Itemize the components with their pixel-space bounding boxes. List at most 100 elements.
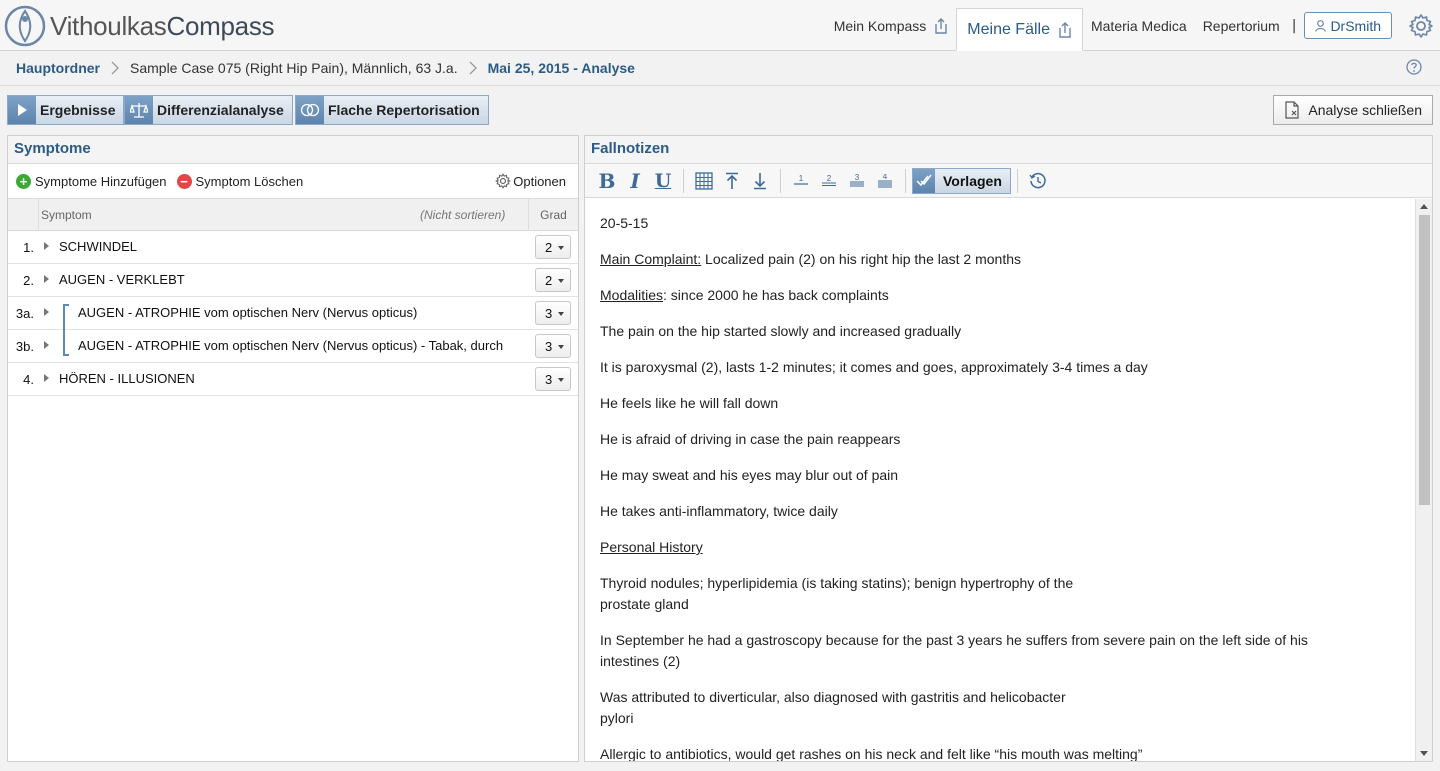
note-paragraph: It is paroxysmal (2), lasts 1-2 minutes;… [600, 359, 1148, 375]
note-paragraph: Was attributed to diverticular, also dia… [600, 687, 1400, 729]
symptoms-panel: Symptome + Symptome Hinzufügen − Symptom… [7, 135, 579, 762]
move-bottom-button[interactable] [746, 167, 774, 195]
note-line: Thyroid nodules; hyperlipidemia (is taki… [600, 575, 1074, 591]
grade-select[interactable]: 2 [535, 268, 571, 292]
table-row[interactable]: 3b. AUGEN - ATROPHIE vom optischen Nerv … [8, 330, 578, 363]
grade-select[interactable]: 3 [535, 301, 571, 325]
italic-button[interactable]: I [621, 167, 649, 195]
flache-repertorisation-button[interactable]: Flache Repertorisation [295, 95, 489, 125]
analyse-schliessen-button[interactable]: Analyse schließen [1273, 95, 1433, 125]
modalities-text: : since 2000 he has back complaints [663, 287, 889, 303]
notes-scrollbar[interactable] [1415, 199, 1432, 761]
differenzialanalyse-button[interactable]: Differenzialanalyse [124, 95, 293, 125]
heading-1-button[interactable]: 1 [787, 167, 815, 195]
expand-triangle-icon[interactable] [44, 242, 49, 250]
underline-button[interactable]: U [649, 167, 677, 195]
note-line: In September he had a gastroscopy becaus… [600, 632, 1308, 648]
table-row[interactable]: 1. SCHWINDEL 2 [8, 231, 578, 264]
note-personal-history: Personal History [600, 539, 703, 555]
note-paragraph: He is afraid of driving in case the pain… [600, 431, 901, 447]
heading-size-icon: 2 [822, 174, 836, 186]
share-icon[interactable] [934, 17, 948, 34]
share-icon[interactable] [1058, 21, 1072, 38]
options-button[interactable]: Optionen [495, 173, 566, 189]
note-paragraph: He takes anti-inflammatory, twice daily [600, 503, 838, 519]
flache-repertorisation-label: Flache Repertorisation [328, 102, 480, 118]
column-grad: Grad [528, 199, 578, 231]
row-number: 3b. [15, 339, 34, 354]
note-paragraph: He may sweat and his eyes may blur out o… [600, 467, 899, 483]
scroll-down-arrow-icon[interactable] [1420, 751, 1428, 756]
grade-value: 3 [545, 305, 553, 321]
user-name: DrSmith [1330, 17, 1381, 34]
svg-text:1: 1 [799, 174, 804, 183]
symptom-text: HÖREN - ILLUSIONEN [59, 371, 195, 386]
heading-2-button[interactable]: 2 [815, 167, 843, 195]
note-paragraph: The pain on the hip started slowly and i… [600, 323, 962, 339]
expand-triangle-icon[interactable] [44, 374, 49, 382]
modalities-label: Modalities [600, 287, 664, 303]
scroll-up-arrow-icon[interactable] [1420, 204, 1428, 209]
notes-editor[interactable]: 20-5-15 Main Complaint: Localized pain (… [585, 199, 1415, 761]
analysis-toolbar: Ergebnisse Differenzialanalyse Flache Re… [0, 87, 1440, 133]
symptoms-title: Symptome [8, 136, 578, 164]
scrollbar-thumb[interactable] [1419, 215, 1430, 505]
arrow-down-bar-icon [754, 172, 766, 189]
heading-4-button[interactable]: 4 [871, 167, 899, 195]
user-button[interactable]: DrSmith [1304, 12, 1392, 39]
move-top-button[interactable] [718, 167, 746, 195]
bold-button[interactable]: B [593, 167, 621, 195]
history-button[interactable] [1024, 167, 1052, 195]
group-bracket [63, 330, 69, 356]
nav-separator: | [1291, 17, 1297, 34]
row-number: 4. [23, 372, 34, 387]
minus-icon: − [176, 173, 192, 189]
vorlagen-button[interactable]: Vorlagen [912, 167, 1011, 194]
scales-icon [125, 96, 153, 124]
heading-size-icon: 4 [878, 174, 892, 187]
overlap-circles-icon [296, 96, 324, 124]
note-paragraph: He feels like he will fall down [600, 395, 779, 411]
gear-icon[interactable] [1408, 13, 1434, 39]
symptom-text: AUGEN - VERKLEBT [59, 272, 185, 287]
table-row[interactable]: 2. AUGEN - VERKLEBT 2 [8, 264, 578, 297]
heading-3-button[interactable]: 3 [843, 167, 871, 195]
differenzialanalyse-label: Differenzialanalyse [157, 102, 284, 118]
document-close-icon [1282, 96, 1302, 124]
breadcrumb-case[interactable]: Sample Case 075 (Right Hip Pain), Männli… [130, 60, 458, 76]
grade-value: 2 [545, 239, 553, 255]
ergebnisse-button[interactable]: Ergebnisse [7, 95, 125, 125]
note-line: pylori [600, 710, 634, 726]
chevron-down-icon [558, 279, 564, 283]
table-row[interactable]: 4. HÖREN - ILLUSIONEN 3 [8, 363, 578, 396]
grade-select[interactable]: 2 [535, 235, 571, 259]
nicht-sortieren-toggle[interactable]: (Nicht sortieren) [420, 199, 505, 231]
nav-mein-kompass[interactable]: Mein Kompass [826, 0, 957, 51]
grade-value: 3 [545, 371, 553, 387]
row-number: 1. [23, 240, 34, 255]
symptom-text: AUGEN - ATROPHIE vom optischen Nerv (Ner… [78, 305, 418, 320]
play-icon [8, 96, 36, 124]
symptom-text: AUGEN - ATROPHIE vom optischen Nerv (Ner… [78, 338, 504, 353]
arrow-up-bar-icon [726, 172, 738, 189]
help-icon[interactable] [1406, 59, 1422, 75]
toolbar-divider [905, 168, 906, 193]
chevron-right-icon [469, 61, 477, 75]
breadcrumb-root[interactable]: Hauptordner [16, 60, 100, 76]
grade-value: 3 [545, 338, 553, 354]
grade-select[interactable]: 3 [535, 334, 571, 358]
grade-select[interactable]: 3 [535, 367, 571, 391]
add-symptom-button[interactable]: + Symptome Hinzufügen [16, 173, 167, 189]
logo[interactable]: VithoulkasCompass [4, 4, 275, 48]
nav-repertorium[interactable]: Repertorium [1195, 0, 1288, 51]
expand-triangle-icon[interactable] [44, 341, 49, 349]
expand-triangle-icon[interactable] [44, 308, 49, 316]
nav-meine-faelle[interactable]: Meine Fälle [956, 8, 1083, 51]
nav-materia-medica[interactable]: Materia Medica [1083, 0, 1195, 51]
table-row[interactable]: 3a. AUGEN - ATROPHIE vom optischen Nerv … [8, 297, 578, 330]
chevron-down-icon [558, 246, 564, 250]
table-button[interactable] [690, 167, 718, 195]
note-line: intestines (2) [600, 653, 681, 669]
delete-symptom-button[interactable]: − Symptom Löschen [176, 173, 303, 189]
expand-triangle-icon[interactable] [44, 275, 49, 283]
